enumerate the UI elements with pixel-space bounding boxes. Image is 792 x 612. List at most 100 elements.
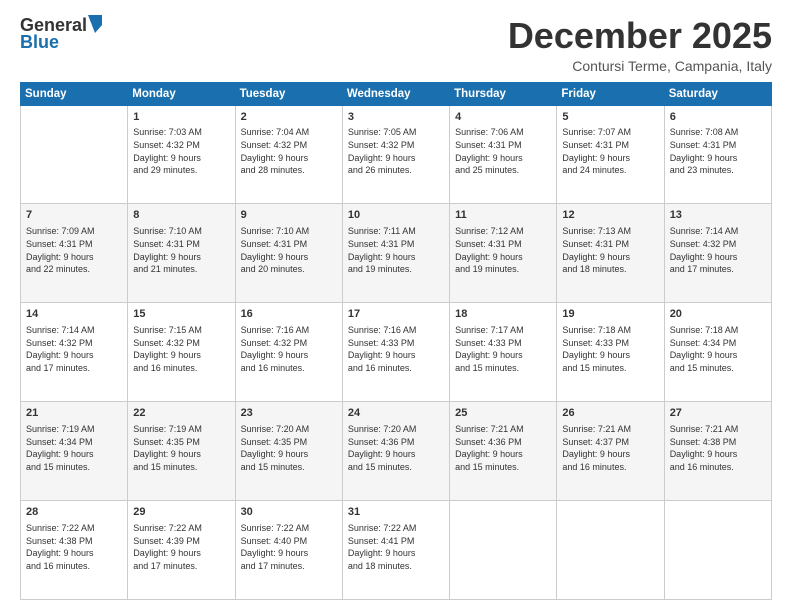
day-info: Sunrise: 7:21 AMSunset: 4:38 PMDaylight:… [670,423,766,473]
calendar-cell: 14 Sunrise: 7:14 AMSunset: 4:32 PMDayligh… [21,303,128,402]
calendar-cell: 26 Sunrise: 7:21 AMSunset: 4:37 PMDayligh… [557,402,664,501]
day-number: 23 [241,406,337,421]
calendar-cell: 30 Sunrise: 7:22 AMSunset: 4:40 PMDayligh… [235,501,342,600]
header: General Blue December 2025 Contursi Term… [20,16,772,74]
day-info: Sunrise: 7:22 AMSunset: 4:38 PMDaylight:… [26,522,122,572]
day-info: Sunrise: 7:17 AMSunset: 4:33 PMDaylight:… [455,324,551,374]
logo: General Blue [20,16,102,53]
day-number: 2 [241,110,337,125]
calendar-cell: 17 Sunrise: 7:16 AMSunset: 4:33 PMDayligh… [342,303,449,402]
day-number: 17 [348,307,444,322]
day-info: Sunrise: 7:14 AMSunset: 4:32 PMDaylight:… [26,324,122,374]
calendar-cell: 1Sunrise: 7:03 AMSunset: 4:32 PMDaylight… [128,105,235,204]
calendar-cell: 11Sunrise: 7:12 AMSunset: 4:31 PMDayligh… [450,204,557,303]
calendar-cell: 7 Sunrise: 7:09 AMSunset: 4:31 PMDaylight… [21,204,128,303]
day-number: 14 [26,307,122,322]
day-number: 12 [562,208,658,223]
calendar-cell: 28Sunrise: 7:22 AMSunset: 4:38 PMDayligh… [21,501,128,600]
calendar-week-3: 14 Sunrise: 7:14 AMSunset: 4:32 PMDayligh… [21,303,772,402]
col-header-tuesday: Tuesday [235,82,342,105]
calendar-week-1: 1Sunrise: 7:03 AMSunset: 4:32 PMDaylight… [21,105,772,204]
day-number: 5 [562,110,658,125]
calendar-cell: 31Sunrise: 7:22 AMSunset: 4:41 PMDayligh… [342,501,449,600]
calendar-cell: 3Sunrise: 7:05 AMSunset: 4:32 PMDaylight… [342,105,449,204]
calendar-cell: 6Sunrise: 7:08 AMSunset: 4:31 PMDaylight… [664,105,771,204]
calendar-cell: 21 Sunrise: 7:19 AMSunset: 4:34 PMDayligh… [21,402,128,501]
calendar-cell: 27 Sunrise: 7:21 AMSunset: 4:38 PMDayligh… [664,402,771,501]
day-info: Sunrise: 7:21 AMSunset: 4:37 PMDaylight:… [562,423,658,473]
col-header-wednesday: Wednesday [342,82,449,105]
calendar-cell: 20 Sunrise: 7:18 AMSunset: 4:34 PMDayligh… [664,303,771,402]
calendar-cell [450,501,557,600]
day-number: 16 [241,307,337,322]
day-info: Sunrise: 7:12 AMSunset: 4:31 PMDaylight:… [455,225,551,275]
day-info: Sunrise: 7:18 AMSunset: 4:33 PMDaylight:… [562,324,658,374]
calendar-cell: 23 Sunrise: 7:20 AMSunset: 4:35 PMDayligh… [235,402,342,501]
calendar-header-row: SundayMondayTuesdayWednesdayThursdayFrid… [21,82,772,105]
day-info: Sunrise: 7:20 AMSunset: 4:35 PMDaylight:… [241,423,337,473]
col-header-friday: Friday [557,82,664,105]
calendar-cell: 9 Sunrise: 7:10 AMSunset: 4:31 PMDaylight… [235,204,342,303]
day-number: 13 [670,208,766,223]
month-title: December 2025 [508,16,772,56]
day-number: 15 [133,307,229,322]
calendar-week-2: 7 Sunrise: 7:09 AMSunset: 4:31 PMDaylight… [21,204,772,303]
calendar-cell: 13 Sunrise: 7:14 AMSunset: 4:32 PMDayligh… [664,204,771,303]
day-info: Sunrise: 7:14 AMSunset: 4:32 PMDaylight:… [670,225,766,275]
day-number: 27 [670,406,766,421]
day-number: 21 [26,406,122,421]
day-info: Sunrise: 7:11 AMSunset: 4:31 PMDaylight:… [348,225,444,275]
day-number: 18 [455,307,551,322]
col-header-monday: Monday [128,82,235,105]
day-number: 19 [562,307,658,322]
day-info: Sunrise: 7:16 AMSunset: 4:32 PMDaylight:… [241,324,337,374]
day-number: 10 [348,208,444,223]
calendar-cell: 4Sunrise: 7:06 AMSunset: 4:31 PMDaylight… [450,105,557,204]
day-info: Sunrise: 7:18 AMSunset: 4:34 PMDaylight:… [670,324,766,374]
calendar-cell: 15 Sunrise: 7:15 AMSunset: 4:32 PMDayligh… [128,303,235,402]
day-number: 24 [348,406,444,421]
day-info: Sunrise: 7:03 AMSunset: 4:32 PMDaylight:… [133,126,229,176]
day-number: 29 [133,505,229,520]
day-info: Sunrise: 7:22 AMSunset: 4:40 PMDaylight:… [241,522,337,572]
day-number: 26 [562,406,658,421]
calendar-cell [21,105,128,204]
day-number: 7 [26,208,122,223]
day-info: Sunrise: 7:15 AMSunset: 4:32 PMDaylight:… [133,324,229,374]
day-info: Sunrise: 7:16 AMSunset: 4:33 PMDaylight:… [348,324,444,374]
day-info: Sunrise: 7:05 AMSunset: 4:32 PMDaylight:… [348,126,444,176]
title-block: December 2025 Contursi Terme, Campania, … [508,16,772,74]
calendar-cell: 16 Sunrise: 7:16 AMSunset: 4:32 PMDayligh… [235,303,342,402]
day-number: 25 [455,406,551,421]
calendar-cell: 22Sunrise: 7:19 AMSunset: 4:35 PMDayligh… [128,402,235,501]
day-number: 30 [241,505,337,520]
calendar-cell: 29 Sunrise: 7:22 AMSunset: 4:39 PMDayligh… [128,501,235,600]
calendar-cell: 24Sunrise: 7:20 AMSunset: 4:36 PMDayligh… [342,402,449,501]
calendar-cell: 18 Sunrise: 7:17 AMSunset: 4:33 PMDayligh… [450,303,557,402]
day-number: 8 [133,208,229,223]
day-info: Sunrise: 7:21 AMSunset: 4:36 PMDaylight:… [455,423,551,473]
page: General Blue December 2025 Contursi Term… [0,0,792,612]
day-number: 22 [133,406,229,421]
day-info: Sunrise: 7:10 AMSunset: 4:31 PMDaylight:… [241,225,337,275]
day-number: 20 [670,307,766,322]
day-info: Sunrise: 7:22 AMSunset: 4:39 PMDaylight:… [133,522,229,572]
day-info: Sunrise: 7:22 AMSunset: 4:41 PMDaylight:… [348,522,444,572]
calendar-cell [664,501,771,600]
calendar-cell: 19 Sunrise: 7:18 AMSunset: 4:33 PMDayligh… [557,303,664,402]
day-number: 4 [455,110,551,125]
day-info: Sunrise: 7:06 AMSunset: 4:31 PMDaylight:… [455,126,551,176]
calendar-cell: 8Sunrise: 7:10 AMSunset: 4:31 PMDaylight… [128,204,235,303]
col-header-sunday: Sunday [21,82,128,105]
day-info: Sunrise: 7:19 AMSunset: 4:34 PMDaylight:… [26,423,122,473]
day-info: Sunrise: 7:09 AMSunset: 4:31 PMDaylight:… [26,225,122,275]
col-header-saturday: Saturday [664,82,771,105]
calendar-cell: 12Sunrise: 7:13 AMSunset: 4:31 PMDayligh… [557,204,664,303]
calendar-week-4: 21 Sunrise: 7:19 AMSunset: 4:34 PMDayligh… [21,402,772,501]
calendar-cell: 5Sunrise: 7:07 AMSunset: 4:31 PMDaylight… [557,105,664,204]
day-number: 9 [241,208,337,223]
day-info: Sunrise: 7:07 AMSunset: 4:31 PMDaylight:… [562,126,658,176]
day-info: Sunrise: 7:04 AMSunset: 4:32 PMDaylight:… [241,126,337,176]
calendar-cell: 2Sunrise: 7:04 AMSunset: 4:32 PMDaylight… [235,105,342,204]
calendar-cell [557,501,664,600]
